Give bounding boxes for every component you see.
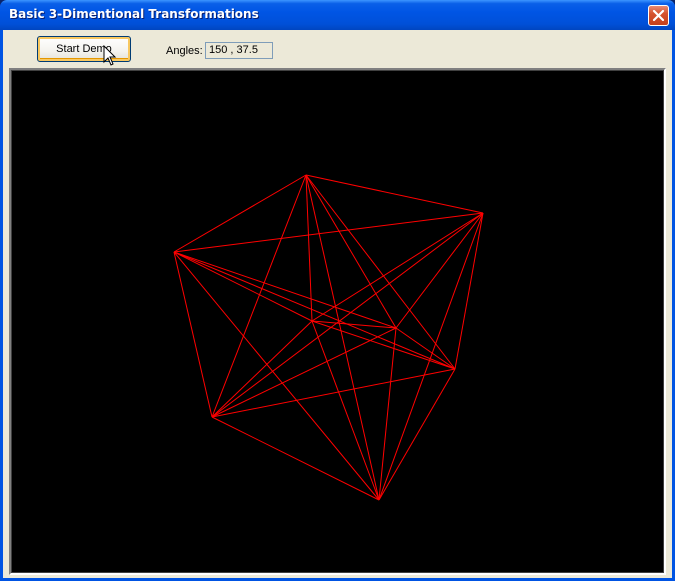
cube-edge — [211, 416, 380, 501]
cube-edge — [395, 212, 484, 329]
cube-edge — [173, 251, 380, 501]
cube-edge — [378, 212, 484, 501]
close-button[interactable] — [648, 5, 669, 26]
angles-field[interactable]: 150 , 37.5 — [205, 42, 273, 59]
cube-edge — [211, 212, 484, 418]
wireframe-cube — [173, 174, 484, 501]
cube-edge — [173, 174, 307, 253]
title-bar[interactable]: Basic 3-Dimentional Transformations — [0, 0, 675, 30]
cube-edge — [173, 251, 456, 370]
window-title: Basic 3-Dimentional Transformations — [9, 7, 259, 21]
cube-edge — [173, 212, 484, 253]
cube-edge — [211, 320, 313, 418]
cube-edge — [173, 251, 213, 418]
cube-edge — [454, 212, 484, 370]
cube-edge — [305, 174, 484, 214]
cube-edge — [305, 174, 456, 370]
render-canvas[interactable] — [11, 70, 664, 573]
cube-edge — [211, 174, 307, 418]
cube-edge — [173, 251, 397, 329]
client-area: Start Demo Angles: 150 , 37.5 — [3, 30, 672, 578]
cube-edge — [305, 174, 397, 329]
close-icon — [652, 9, 665, 22]
cube-edge — [311, 320, 380, 501]
cube-edge — [311, 320, 456, 370]
start-demo-button[interactable]: Start Demo — [37, 36, 131, 62]
canvas-frame — [9, 68, 666, 575]
cube-edge — [173, 251, 313, 322]
angles-label: Angles: — [166, 45, 203, 57]
app-window: Basic 3-Dimentional Transformations Star… — [0, 0, 675, 581]
cube-edge — [211, 327, 397, 418]
cube-edge — [211, 368, 456, 418]
